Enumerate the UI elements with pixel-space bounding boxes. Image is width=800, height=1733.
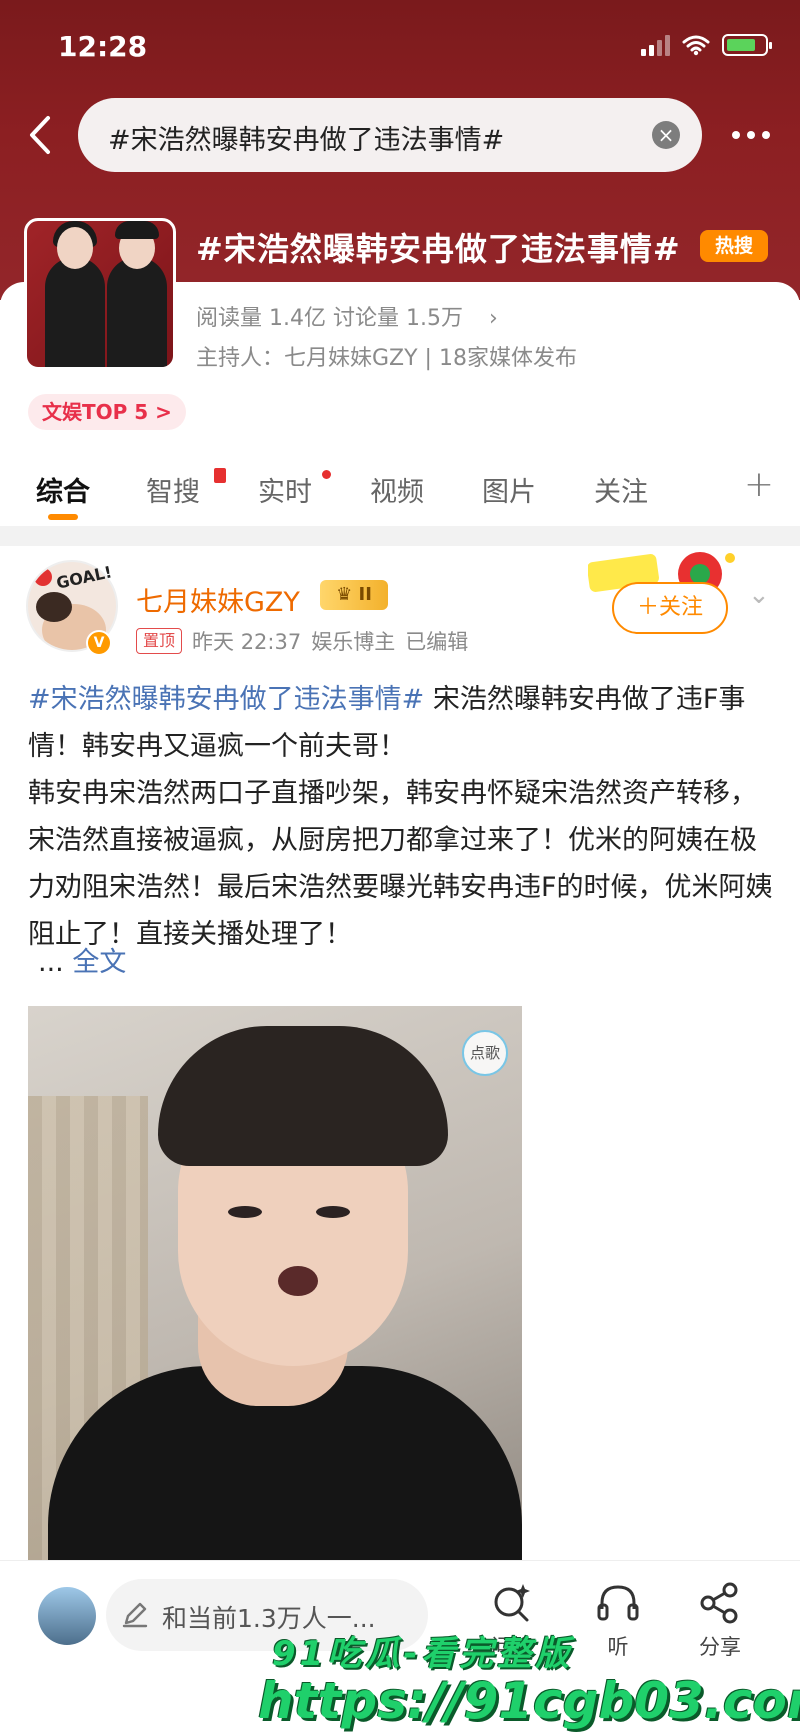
- share-label: 分享: [699, 1635, 741, 1659]
- tab-bar: 综合 智搜 实时 视频 图片 关注 +: [0, 462, 800, 522]
- tab-smart-search[interactable]: 智搜: [146, 470, 200, 509]
- wifi-icon: [682, 35, 710, 56]
- notification-dot: [322, 470, 331, 479]
- topic-host: 主持人：七月妹妹GZY | 18家媒体发布: [196, 346, 577, 371]
- watermark-line1: 91吃瓜-看完整版: [272, 1634, 574, 1674]
- add-tab-icon[interactable]: +: [744, 464, 774, 505]
- listen-label: 听: [607, 1635, 629, 1659]
- expand-full-text: ... 全文: [38, 947, 127, 978]
- edited-label: 已编辑: [405, 630, 469, 654]
- topic-hashtag-link[interactable]: #宋浩然曝韩安冉做了违法事情#: [28, 684, 424, 715]
- tab-realtime[interactable]: 实时: [258, 470, 312, 509]
- tab-comprehensive[interactable]: 综合: [36, 470, 90, 509]
- post-text: #宋浩然曝韩安冉做了违法事情# 宋浩然曝韩安冉做了违F事情！韩安冉又逼疯一个前夫…: [28, 676, 776, 958]
- clear-search-icon[interactable]: ×: [652, 121, 680, 149]
- chevron-right-icon: ›: [488, 306, 498, 331]
- status-icons: [641, 34, 772, 56]
- verified-badge-icon: V: [86, 630, 112, 656]
- author-role: 娱乐博主: [311, 630, 396, 654]
- search-bar: #宋浩然曝韩安冉做了违法事情# ×: [0, 98, 800, 172]
- section-divider: [0, 526, 800, 546]
- pinned-badge: 置顶: [136, 628, 183, 654]
- post-username[interactable]: 七月妹妹GZY: [136, 580, 300, 619]
- tab-images[interactable]: 图片: [482, 470, 536, 509]
- chevron-down-icon[interactable]: ⌄: [748, 580, 770, 610]
- watermark-url: https://91cgb03.com: [258, 1672, 800, 1730]
- full-text-link[interactable]: 全文: [72, 947, 126, 978]
- red-packet-icon: [214, 468, 226, 483]
- back-arrow-icon: [30, 116, 50, 154]
- hot-search-badge: 热搜: [700, 230, 768, 262]
- more-options-icon[interactable]: [732, 120, 776, 150]
- listen-button[interactable]: 听: [578, 1581, 658, 1661]
- follow-button[interactable]: ＋关注: [612, 582, 728, 634]
- ai-search-icon: [494, 1584, 530, 1622]
- back-button[interactable]: [20, 110, 60, 160]
- active-tab-indicator: [48, 514, 78, 520]
- tab-video[interactable]: 视频: [370, 470, 424, 509]
- user-avatar[interactable]: [38, 1587, 96, 1645]
- song-request-badge[interactable]: 点歌: [462, 1030, 508, 1076]
- share-button[interactable]: 分享: [680, 1581, 760, 1661]
- rank-badge[interactable]: 文娱TOP 5 >: [28, 394, 186, 430]
- post-meta: 置顶 昨天 22:37 娱乐博主 已编辑: [136, 626, 468, 656]
- signal-icon: [641, 34, 670, 56]
- pencil-icon: [122, 1602, 148, 1628]
- status-bar: 12:28: [0, 28, 800, 68]
- battery-icon: [722, 34, 772, 56]
- search-query: #宋浩然曝韩安冉做了违法事情#: [108, 125, 505, 156]
- post-time: 昨天 22:37: [192, 630, 302, 654]
- topic-thumbnail[interactable]: [24, 218, 176, 370]
- status-time: 12:28: [58, 30, 148, 63]
- topic-stats[interactable]: 阅读量 1.4亿 讨论量 1.5万 ›: [196, 300, 498, 332]
- post-video-thumbnail[interactable]: 点歌: [28, 1006, 522, 1566]
- share-icon: [700, 1582, 738, 1624]
- level-badge: ♛ II: [320, 580, 388, 610]
- headphones-icon: [597, 1585, 639, 1621]
- post-text-paragraph: 韩安冉宋浩然两口子直播吵架，韩安冉怀疑宋浩然资产转移，宋浩然直接被逼疯，从厨房把…: [28, 778, 773, 950]
- topic-title: #宋浩然曝韩安冉做了违法事情#: [196, 230, 681, 268]
- tab-following[interactable]: 关注: [594, 470, 648, 509]
- search-input[interactable]: #宋浩然曝韩安冉做了违法事情# ×: [78, 98, 702, 172]
